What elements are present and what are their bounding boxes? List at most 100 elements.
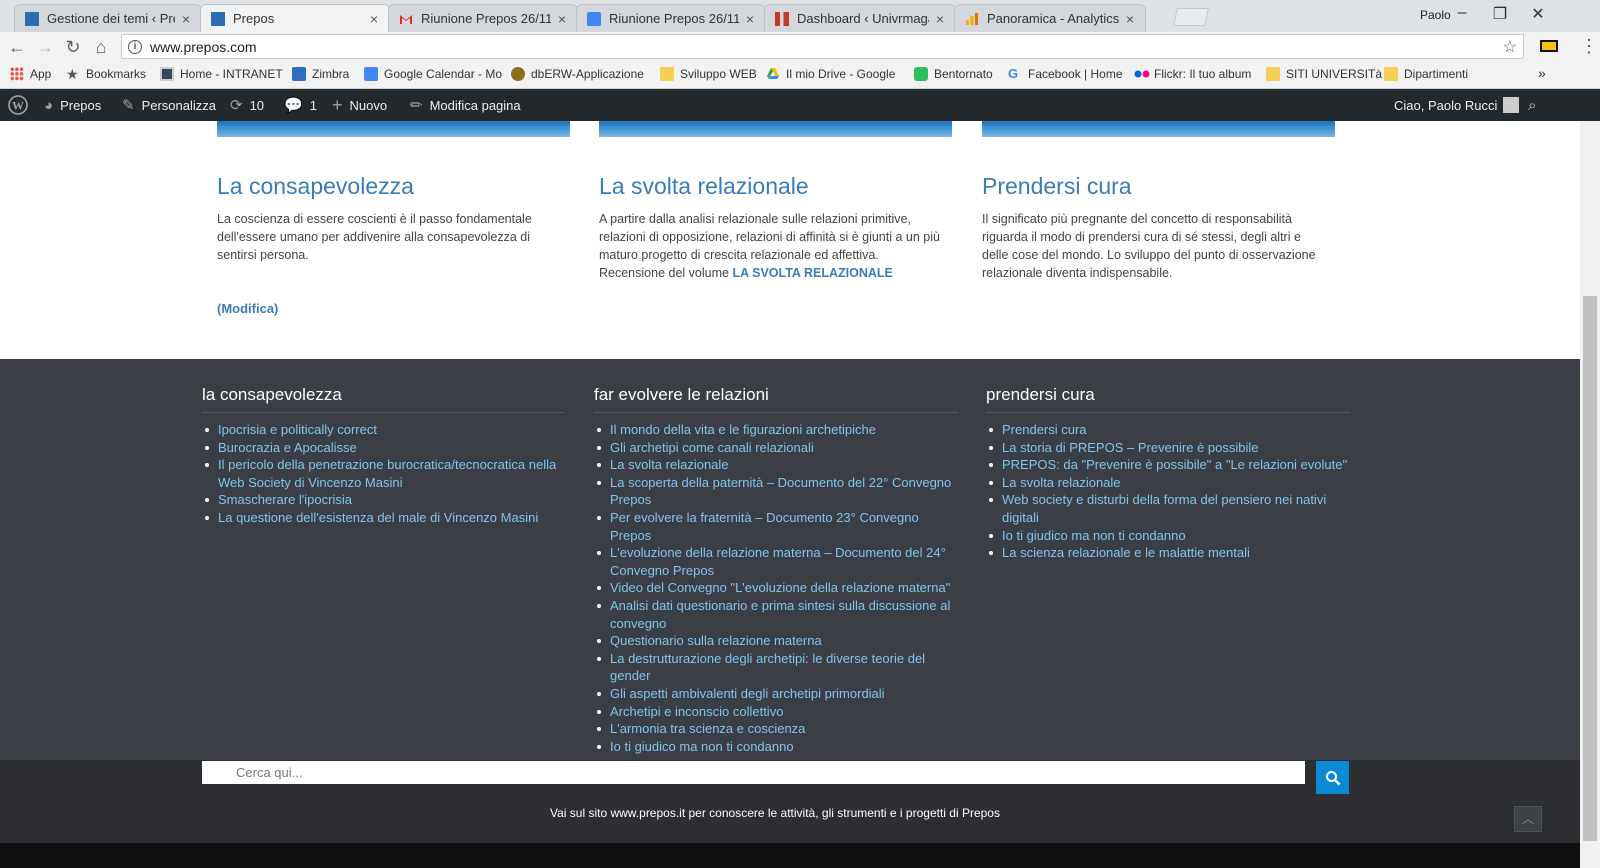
- footer-link[interactable]: Io ti giudico ma non ti condanno: [986, 527, 1350, 545]
- footer-link[interactable]: Il mondo della vita e le figurazioni arc…: [594, 421, 958, 439]
- admin-account-link[interactable]: Ciao, Paolo Rucci: [1394, 89, 1520, 121]
- bookmark-label: Dipartimenti: [1404, 67, 1469, 81]
- bookmark-facebook[interactable]: G Facebook | Home: [1008, 67, 1123, 81]
- pencil-icon: ✏: [410, 97, 423, 114]
- intranet-icon: [160, 67, 174, 81]
- admin-comments-count: 1: [309, 97, 317, 113]
- column-title[interactable]: Prendersi cura: [982, 173, 1327, 200]
- tab-title: Riunione Prepos 26/11/2017: [609, 11, 739, 26]
- footer-link[interactable]: La scoperta della paternità – Documento …: [594, 474, 958, 509]
- footer-link[interactable]: La svolta relazionale: [986, 474, 1350, 492]
- back-icon[interactable]: ←: [6, 36, 28, 58]
- search-icon: [1325, 770, 1340, 785]
- home-icon[interactable]: ⌂: [90, 36, 112, 58]
- address-bar[interactable]: i www.prepos.com ☆: [121, 34, 1524, 59]
- admin-updates-link[interactable]: ⟳ 10: [230, 89, 264, 121]
- footer-link[interactable]: PREPOS: da "Prevenire è possibile" a "Le…: [986, 456, 1350, 474]
- footer-link[interactable]: Web society e disturbi della forma del p…: [986, 491, 1350, 526]
- column-title[interactable]: La consapevolezza: [217, 173, 547, 200]
- footer-link[interactable]: Gli aspetti ambivalenti degli archetipi …: [594, 685, 958, 703]
- tab-close-icon[interactable]: ×: [555, 11, 569, 27]
- bookmarks-more-icon[interactable]: »: [1538, 65, 1546, 81]
- review-link[interactable]: LA SVOLTA RELAZIONALE: [732, 266, 892, 280]
- footer-link[interactable]: La destrutturazione degli archetipi: le …: [594, 650, 958, 685]
- footer-link[interactable]: Prendersi cura: [986, 421, 1350, 439]
- scrollbar-thumb[interactable]: [1583, 296, 1597, 841]
- bookmark-sviluppo[interactable]: Sviluppo WEB: [660, 67, 757, 81]
- bookmark-star-icon[interactable]: ☆: [1503, 37, 1517, 57]
- bookmark-bookmarks[interactable]: ★ Bookmarks: [66, 67, 146, 81]
- bookmarks-bar: App ★ Bookmarks Home - INTRANET Zimbra G…: [0, 62, 1600, 89]
- tab-analytics[interactable]: Panoramica - Analytics ×: [954, 4, 1146, 32]
- bookmark-siti[interactable]: SITI UNIVERSITà: [1266, 67, 1382, 81]
- tab-gmail[interactable]: Riunione Prepos 26/11/2017 ×: [388, 4, 578, 32]
- footer-link[interactable]: L'evoluzione della relazione materna – D…: [594, 544, 958, 579]
- admin-updates-count: 10: [249, 97, 265, 113]
- footer-link[interactable]: Burocrazia e Apocalisse: [202, 439, 564, 457]
- search-input[interactable]: [202, 761, 1305, 784]
- admin-search-icon[interactable]: ⌕: [1528, 89, 1536, 121]
- column-title[interactable]: La svolta relazionale: [599, 173, 954, 200]
- back-to-top-icon[interactable]: ︿: [1514, 806, 1542, 832]
- folder-icon: [660, 67, 674, 81]
- chrome-menu-icon[interactable]: ⋮: [1580, 36, 1598, 57]
- bookmark-evernote[interactable]: Bentornato: [914, 67, 993, 81]
- footer-link[interactable]: La questione dell'esistenza del male di …: [202, 509, 564, 527]
- footer-link[interactable]: La storia di PREPOS – Prevenire è possib…: [986, 439, 1350, 457]
- bookmark-zimbra[interactable]: Zimbra: [292, 67, 349, 81]
- new-tab-button[interactable]: [1173, 8, 1209, 26]
- footer-link[interactable]: La scienza relazionale e le malattie men…: [986, 544, 1350, 562]
- forward-icon[interactable]: →: [34, 36, 56, 58]
- footer-link[interactable]: Archetipi e inconscio collettivo: [594, 703, 958, 721]
- feature-column-svolta: La svolta relazionale A partire dalla an…: [599, 173, 954, 282]
- footer-link[interactable]: Per evolvere la fraternità – Documento 2…: [594, 509, 958, 544]
- column-image: [599, 121, 952, 137]
- admin-customize-link[interactable]: ✎ Personalizza: [122, 89, 216, 121]
- tab-close-icon[interactable]: ×: [743, 11, 757, 27]
- bookmark-flickr[interactable]: Flickr: Il tuo album: [1134, 67, 1251, 81]
- footer-link[interactable]: Ipocrisia e politically correct: [202, 421, 564, 439]
- footer-link[interactable]: Io ti giudico ma non ti condanno: [594, 738, 958, 756]
- tab-close-icon[interactable]: ×: [367, 11, 381, 27]
- prepos-favicon-icon: [211, 11, 225, 26]
- bookmark-app[interactable]: App: [10, 67, 51, 81]
- footer-link[interactable]: Gli archetipi come canali relazionali: [594, 439, 958, 457]
- admin-site-link[interactable]: ◕ Prepos: [44, 89, 101, 121]
- google-g-icon: G: [1008, 67, 1019, 81]
- footer-link[interactable]: L'armonia tra scienza e coscienza: [594, 720, 958, 738]
- admin-edit-link[interactable]: ✏ Modifica pagina: [410, 89, 521, 121]
- footer-link[interactable]: La svolta relazionale: [594, 456, 958, 474]
- footer-link[interactable]: Questionario sulla relazione materna: [594, 632, 958, 650]
- close-window-icon[interactable]: ✕: [1528, 4, 1548, 24]
- bookmark-calendar[interactable]: Google Calendar - Mob: [364, 67, 502, 81]
- admin-comments-link[interactable]: 💬 1: [284, 89, 317, 121]
- admin-new-link[interactable]: + Nuovo: [332, 89, 387, 121]
- wordpress-logo-icon[interactable]: W: [8, 89, 28, 121]
- footer-link[interactable]: Analisi dati questionario e prima sintes…: [594, 597, 958, 632]
- profile-name[interactable]: Paolo: [1420, 8, 1451, 22]
- tab-prepos[interactable]: Prepos ×: [200, 4, 390, 32]
- footer-column-prendersi-cura: prendersi cura Prendersi cura La storia …: [986, 385, 1350, 562]
- tab-close-icon[interactable]: ×: [933, 11, 947, 27]
- footer-link[interactable]: Il pericolo della penetrazione burocrati…: [202, 456, 564, 491]
- reload-icon[interactable]: ↻: [62, 36, 84, 58]
- tab-close-icon[interactable]: ×: [179, 11, 193, 27]
- extension-icon[interactable]: [1540, 40, 1558, 52]
- tab-docs[interactable]: Riunione Prepos 26/11/2017 ×: [576, 4, 766, 32]
- tab-univr[interactable]: Dashboard ‹ Univrmagazine ×: [764, 4, 956, 32]
- search-button[interactable]: [1316, 761, 1349, 794]
- footer-link[interactable]: Video del Convegno "L'evoluzione della r…: [594, 579, 958, 597]
- bookmark-dipartimenti[interactable]: Dipartimenti: [1384, 67, 1468, 81]
- minimize-icon[interactable]: –: [1452, 4, 1472, 22]
- info-icon[interactable]: i: [128, 39, 142, 54]
- edit-link[interactable]: (Modifica): [217, 301, 278, 316]
- bookmark-intranet[interactable]: Home - INTRANET: [160, 67, 283, 81]
- footer-link[interactable]: Smascherare l'ipocrisia: [202, 491, 564, 509]
- tab-gestione-temi[interactable]: Gestione dei temi ‹ Prepos ×: [14, 4, 202, 32]
- restore-icon[interactable]: ❐: [1490, 4, 1510, 24]
- footer-column-relazioni: far evolvere le relazioni Il mondo della…: [594, 385, 958, 755]
- bookmark-dberw[interactable]: dbERW-Applicazione: [511, 67, 649, 81]
- gmail-icon: [399, 12, 413, 26]
- bookmark-drive[interactable]: Il mio Drive - Google: [766, 67, 902, 81]
- tab-close-icon[interactable]: ×: [1123, 11, 1137, 27]
